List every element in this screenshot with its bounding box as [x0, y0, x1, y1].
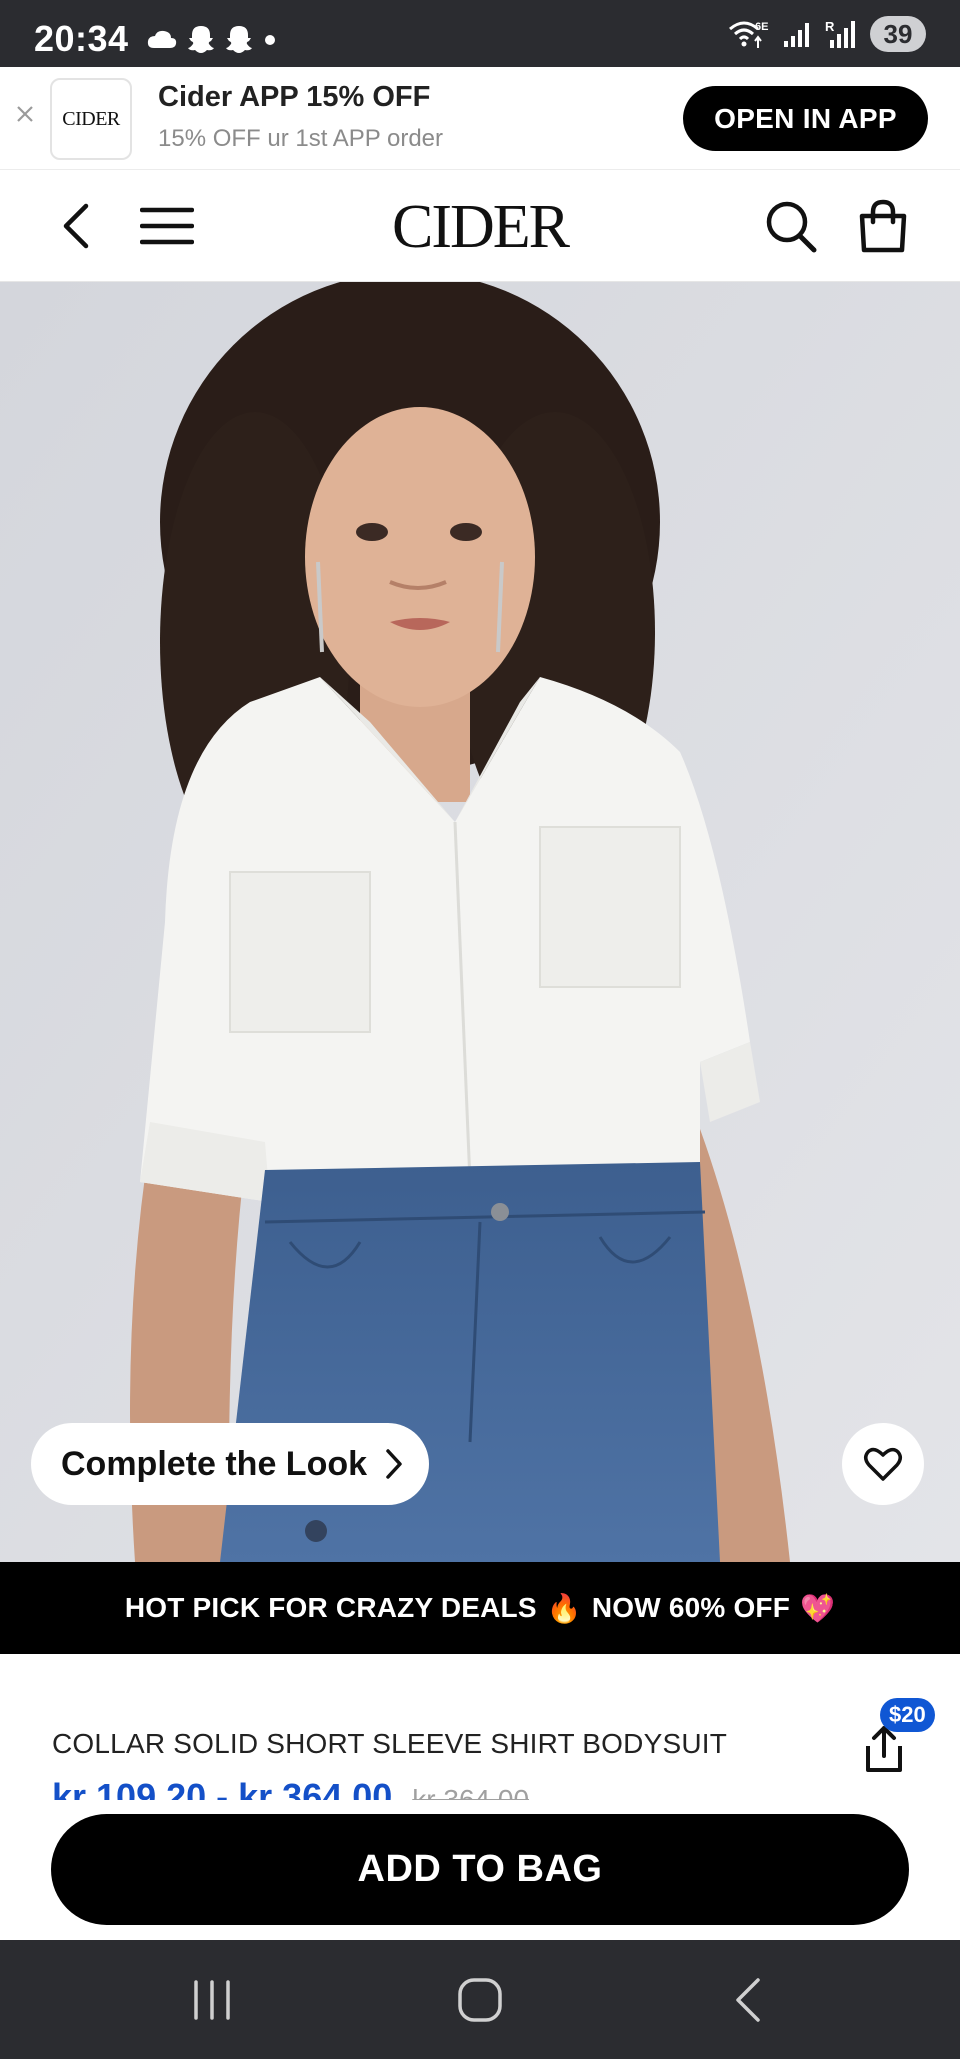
battery-level: 39 — [883, 18, 913, 49]
shopping-bag-icon[interactable] — [856, 198, 910, 254]
complete-the-look-label: Complete the Look — [61, 1444, 368, 1483]
promo-banner[interactable]: HOT PICK FOR CRAZY DEALS 🔥 NOW 60% OFF 💖 — [0, 1562, 960, 1654]
chevron-right-icon — [386, 1449, 402, 1479]
heart-emoji-icon: 💖 — [800, 1592, 836, 1624]
status-bar: 20:34 6E R 39 — [0, 0, 960, 67]
promo-text-start: HOT PICK FOR CRAZY DEALS — [124, 1592, 537, 1623]
banner-subtitle: 15% OFF ur 1st APP order — [158, 125, 444, 152]
battery-icon: 39 — [870, 16, 926, 52]
roaming-signal-icon: R — [825, 19, 855, 48]
app-logo-text: CIDER — [62, 107, 120, 130]
home-icon[interactable] — [456, 1976, 504, 2024]
system-status-icons: 6E R 39 — [728, 16, 926, 52]
cloud-icon — [147, 30, 177, 48]
add-to-bag-button[interactable]: ADD TO BAG — [51, 1814, 909, 1925]
notification-icons — [146, 24, 278, 54]
system-navigation-bar — [0, 1940, 960, 2059]
banner-title: Cider APP 15% OFF — [158, 81, 431, 113]
wifi-6e-icon: 6E — [729, 21, 768, 48]
snapchat-icon — [188, 26, 214, 53]
share-reward-badge: $20 — [880, 1698, 935, 1732]
svg-text:R: R — [825, 19, 835, 34]
promo-text-end: NOW 60% OFF — [591, 1592, 791, 1623]
product-title: COLLAR SOLID SHORT SLEEVE SHIRT BODYSUIT — [52, 1728, 728, 1759]
complete-the-look-button[interactable]: Complete the Look — [31, 1423, 430, 1505]
app-logo: CIDER — [50, 78, 132, 160]
snapchat-icon — [226, 26, 252, 53]
fire-emoji-icon: 🔥 — [546, 1592, 582, 1624]
model-photo — [0, 282, 960, 1562]
search-icon[interactable] — [764, 198, 818, 254]
site-header: CIDER — [0, 169, 960, 282]
status-time: 20:34 — [34, 18, 129, 59]
heart-icon — [864, 1447, 902, 1481]
signal-icon — [784, 23, 809, 47]
app-download-banner: CIDER Cider APP 15% OFF 15% OFF ur 1st A… — [0, 67, 960, 169]
open-in-app-button[interactable]: OPEN IN APP — [683, 86, 928, 151]
back-icon[interactable] — [730, 1976, 766, 2024]
close-icon[interactable] — [14, 103, 36, 125]
wishlist-button[interactable] — [842, 1423, 924, 1505]
recent-apps-icon[interactable] — [190, 1978, 234, 2022]
carousel-indicator — [305, 1520, 327, 1542]
svg-text:6E: 6E — [755, 21, 768, 33]
product-image[interactable]: Complete the Look — [0, 282, 960, 1562]
dot-icon — [265, 35, 275, 45]
